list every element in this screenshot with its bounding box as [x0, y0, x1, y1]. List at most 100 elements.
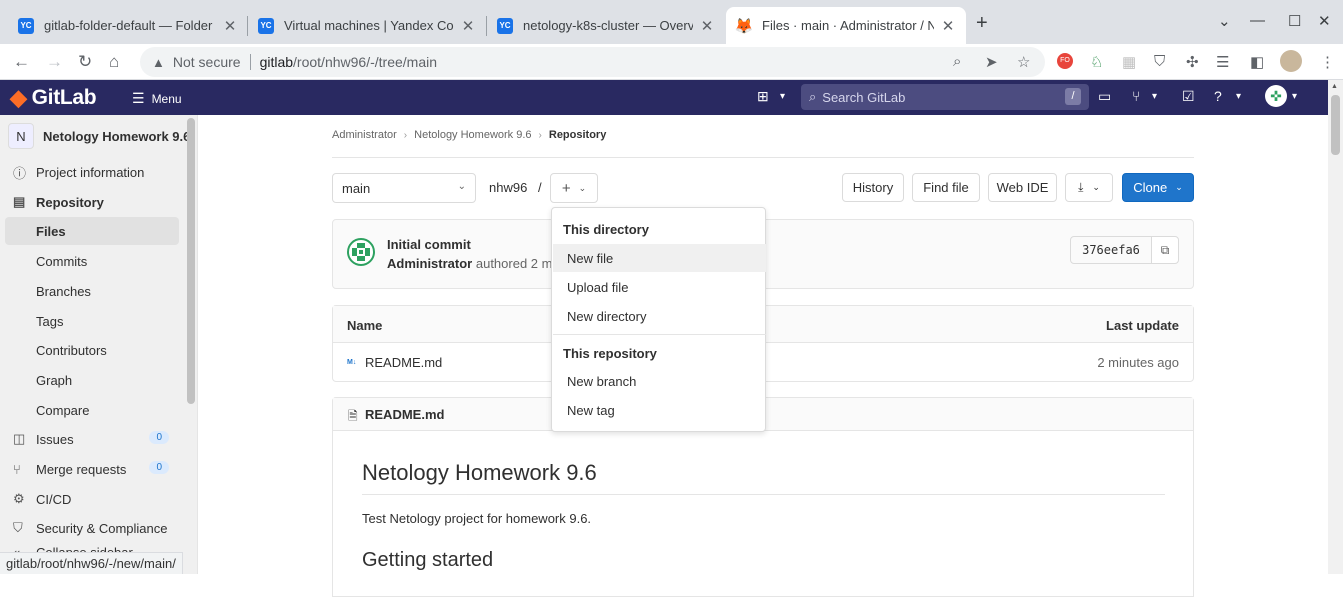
- back-arrow-icon[interactable]: ←: [13, 52, 30, 72]
- gitlab-top-bar: ◆ GitLab ☰ Menu ⊞ ▾ ⌕ Search GitLab / ▭ …: [0, 80, 1328, 115]
- sidebar-item-files[interactable]: Files: [5, 217, 179, 245]
- sidebar-item-graph[interactable]: Graph: [5, 366, 179, 394]
- divider: [332, 157, 1194, 158]
- sidebar-item-label: Contributors: [36, 342, 107, 358]
- search-shortcut-key: /: [1065, 88, 1081, 105]
- browser-tab-3[interactable]: YC netology-k8s-cluster — Overv ✕: [487, 7, 725, 44]
- chevron-down-icon[interactable]: ▾: [1292, 91, 1297, 102]
- breadcrumb-current[interactable]: Repository: [549, 129, 606, 141]
- browser-tab-4-active[interactable]: 🦊 Files · main · Administrator / N ✕: [726, 7, 966, 44]
- close-icon[interactable]: ✕: [222, 17, 238, 35]
- download-button[interactable]: ⤓ ⌄: [1065, 173, 1113, 202]
- readme-heading: Netology Homework 9.6: [362, 460, 597, 485]
- sidebar-item-label: Project information: [36, 164, 145, 180]
- todo-icon[interactable]: ☑: [1182, 88, 1195, 105]
- extension-shield-icon[interactable]: ⛉: [1154, 53, 1165, 70]
- address-bar[interactable]: ▲ Not secure gitlab/root/nhw96/-/tree/ma…: [140, 47, 1045, 77]
- home-icon[interactable]: ⌂: [109, 52, 119, 72]
- forward-arrow-icon[interactable]: →: [46, 52, 63, 72]
- sidebar-item-merge-requests[interactable]: ⑂ Merge requests 0: [5, 455, 179, 483]
- gitlab-logo[interactable]: ◆ GitLab: [10, 85, 97, 111]
- sidebar-item-cicd[interactable]: ⚙ CI/CD: [5, 485, 179, 513]
- create-new-icon[interactable]: ⊞: [757, 88, 769, 105]
- bookmark-star-icon[interactable]: ☆: [1017, 53, 1030, 71]
- url-path: /root/nhw96/-/tree/main: [293, 54, 438, 70]
- web-ide-button[interactable]: Web IDE: [988, 173, 1057, 202]
- breadcrumb-item[interactable]: Netology Homework 9.6: [414, 129, 531, 141]
- hamburger-icon: ☰: [132, 90, 145, 106]
- upload-file-menu-item[interactable]: Upload file: [553, 273, 766, 301]
- menu-button[interactable]: ☰ Menu: [132, 90, 182, 107]
- merge-requests-icon[interactable]: ⑂: [1132, 88, 1140, 104]
- copy-sha-button[interactable]: ⧉: [1151, 236, 1179, 264]
- page-scrollbar[interactable]: ▲: [1328, 80, 1343, 574]
- chevron-down-icon[interactable]: ▾: [1152, 91, 1157, 102]
- window-close-icon[interactable]: ✕: [1318, 12, 1331, 30]
- search-icon: ⌕: [809, 89, 817, 104]
- new-tab-button[interactable]: +: [976, 12, 988, 35]
- yc-favicon-icon: YC: [258, 17, 274, 34]
- history-button[interactable]: History: [842, 173, 904, 202]
- readme-filename[interactable]: README.md: [365, 407, 444, 422]
- sidebar-item-label: Files: [36, 223, 66, 239]
- tab-search-chevron-icon[interactable]: ⌄: [1218, 12, 1231, 30]
- sidebar-item-compare[interactable]: Compare: [5, 396, 179, 424]
- new-tag-menu-item[interactable]: New tag: [553, 396, 766, 424]
- maximize-icon[interactable]: ☐: [1288, 12, 1301, 30]
- sidebar-item-label: Security & Compliance: [36, 520, 168, 536]
- close-icon[interactable]: ✕: [460, 17, 476, 35]
- send-icon[interactable]: ➤: [985, 53, 998, 71]
- sidebar-item-repository[interactable]: ▤ Repository: [5, 188, 179, 216]
- close-icon[interactable]: ✕: [699, 17, 715, 35]
- browser-tab-2[interactable]: YC Virtual machines | Yandex Com ✕: [248, 7, 486, 44]
- sidebar-project-header[interactable]: N Netology Homework 9.6: [8, 123, 190, 149]
- sidebar-item-issues[interactable]: ◫ Issues 0: [5, 425, 179, 453]
- extension-green-icon[interactable]: ♘: [1090, 53, 1103, 71]
- file-name-link[interactable]: README.md: [365, 355, 442, 370]
- dropdown-section-header: This repository: [563, 346, 657, 361]
- search-input[interactable]: ⌕ Search GitLab /: [801, 84, 1089, 110]
- extensions-puzzle-icon[interactable]: ✣: [1186, 53, 1199, 71]
- commit-time: authored 2 minutes ago: [475, 256, 557, 271]
- scrollbar-thumb[interactable]: [1331, 95, 1340, 155]
- sidebar-item-commits[interactable]: Commits: [5, 247, 179, 275]
- commit-author-avatar[interactable]: [347, 238, 375, 266]
- help-icon[interactable]: ?: [1214, 88, 1222, 104]
- zoom-icon[interactable]: ⌕: [953, 53, 961, 70]
- breadcrumb-item[interactable]: Administrator: [332, 129, 397, 141]
- reload-icon[interactable]: ↻: [78, 52, 92, 72]
- sidebar-item-project-information[interactable]: ⓘ Project information: [5, 158, 179, 186]
- clone-button[interactable]: Clone ⌄: [1122, 173, 1194, 202]
- new-file-menu-item[interactable]: New file: [553, 244, 766, 272]
- add-to-tree-button[interactable]: + ⌄: [550, 173, 598, 203]
- issues-icon[interactable]: ▭: [1098, 88, 1111, 105]
- repo-path-root[interactable]: nhw96: [489, 180, 527, 195]
- commit-author[interactable]: Administrator: [387, 256, 472, 271]
- find-file-button[interactable]: Find file: [912, 173, 980, 202]
- profile-avatar[interactable]: [1280, 50, 1302, 72]
- scroll-up-arrow-icon[interactable]: ▲: [1331, 83, 1338, 90]
- close-icon[interactable]: ✕: [940, 17, 956, 35]
- commit-sha[interactable]: 376eefa6: [1070, 236, 1152, 264]
- branch-selector[interactable]: main ⌄: [332, 173, 476, 203]
- browser-menu-icon[interactable]: ⋮: [1320, 53, 1335, 71]
- chevron-down-icon[interactable]: ▾: [1236, 91, 1241, 102]
- reading-list-icon[interactable]: ☰: [1216, 53, 1229, 71]
- sidebar-item-tags[interactable]: Tags: [5, 307, 179, 335]
- sidebar-item-label: Branches: [36, 283, 91, 299]
- chevron-down-icon[interactable]: ▾: [780, 91, 785, 102]
- minimize-icon[interactable]: —: [1250, 12, 1265, 29]
- sidebar-scrollbar[interactable]: [187, 118, 195, 404]
- new-directory-menu-item[interactable]: New directory: [553, 302, 766, 330]
- commit-title[interactable]: Initial commit: [387, 237, 471, 252]
- browser-tab-1[interactable]: YC gitlab-folder-default — Folder ✕: [8, 7, 248, 44]
- new-branch-menu-item[interactable]: New branch: [553, 367, 766, 395]
- side-panel-icon[interactable]: ◧: [1250, 53, 1264, 71]
- user-avatar[interactable]: ✜: [1265, 85, 1287, 107]
- sidebar-item-contributors[interactable]: Contributors: [5, 336, 179, 364]
- sidebar-item-branches[interactable]: Branches: [5, 277, 179, 305]
- extension-grid-icon[interactable]: ▦: [1122, 53, 1136, 71]
- readme-subheading: Getting started: [362, 549, 494, 571]
- extension-fo-icon[interactable]: FO: [1057, 53, 1073, 69]
- chevron-down-icon: ⌄: [578, 182, 587, 193]
